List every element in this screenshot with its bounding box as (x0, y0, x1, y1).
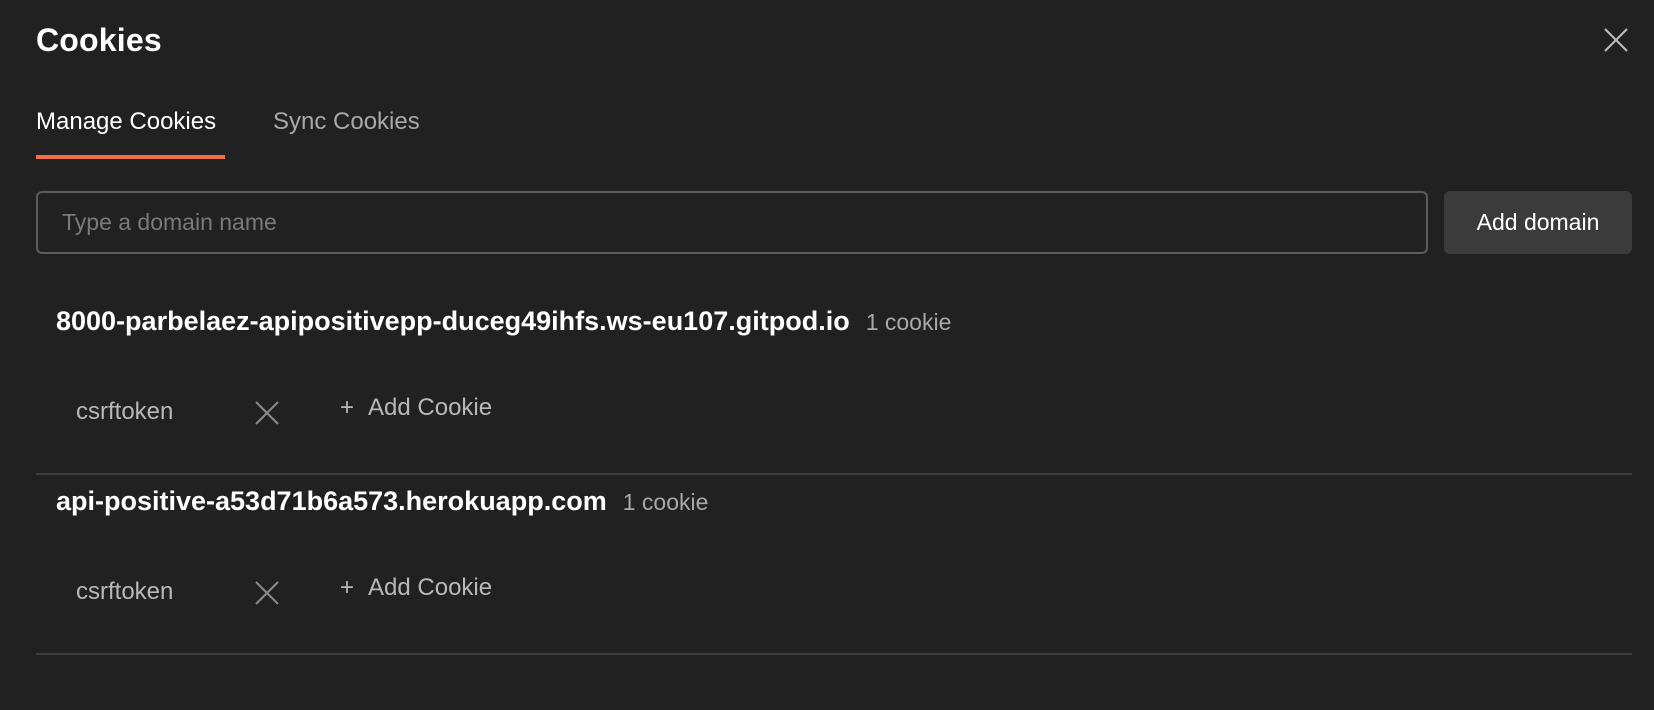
close-icon (1604, 28, 1628, 52)
domain-section: api-positive-a53d71b6a573.herokuapp.com 1… (36, 486, 1632, 646)
domain-header: api-positive-a53d71b6a573.herokuapp.com 1… (56, 486, 708, 517)
cookie-count: 1 cookie (622, 489, 709, 515)
close-button[interactable] (1600, 24, 1632, 56)
close-icon (255, 581, 279, 605)
add-cookie-label: Add Cookie (368, 394, 493, 421)
remove-cookie-button[interactable] (254, 580, 280, 606)
plus-icon: + (340, 394, 355, 421)
cookie-count: 1 cookie (865, 309, 952, 335)
close-icon (255, 401, 279, 425)
dialog-title: Cookies (36, 22, 162, 58)
divider (36, 653, 1632, 655)
domain-name: api-positive-a53d71b6a573.herokuapp.com (56, 486, 607, 516)
add-cookie-button[interactable]: + Add Cookie (340, 394, 492, 422)
cookie-chip[interactable]: csrftoken (76, 398, 173, 426)
domain-name-input[interactable] (36, 191, 1428, 254)
domain-section: 8000-parbelaez-apipositivepp-duceg49ihfs… (36, 306, 1632, 466)
add-cookie-label: Add Cookie (368, 574, 493, 601)
tab-manage-cookies[interactable]: Manage Cookies (36, 108, 225, 159)
cookies-dialog: Cookies Manage Cookies Sync Cookies Add … (0, 0, 1654, 710)
divider (36, 473, 1632, 475)
domain-header: 8000-parbelaez-apipositivepp-duceg49ihfs… (56, 306, 951, 337)
domain-name: 8000-parbelaez-apipositivepp-duceg49ihfs… (56, 306, 850, 336)
add-cookie-button[interactable]: + Add Cookie (340, 574, 492, 602)
tab-sync-cookies[interactable]: Sync Cookies (273, 108, 420, 160)
cookie-chip[interactable]: csrftoken (76, 578, 173, 606)
remove-cookie-button[interactable] (254, 400, 280, 426)
add-domain-button[interactable]: Add domain (1444, 191, 1632, 254)
plus-icon: + (340, 574, 355, 601)
